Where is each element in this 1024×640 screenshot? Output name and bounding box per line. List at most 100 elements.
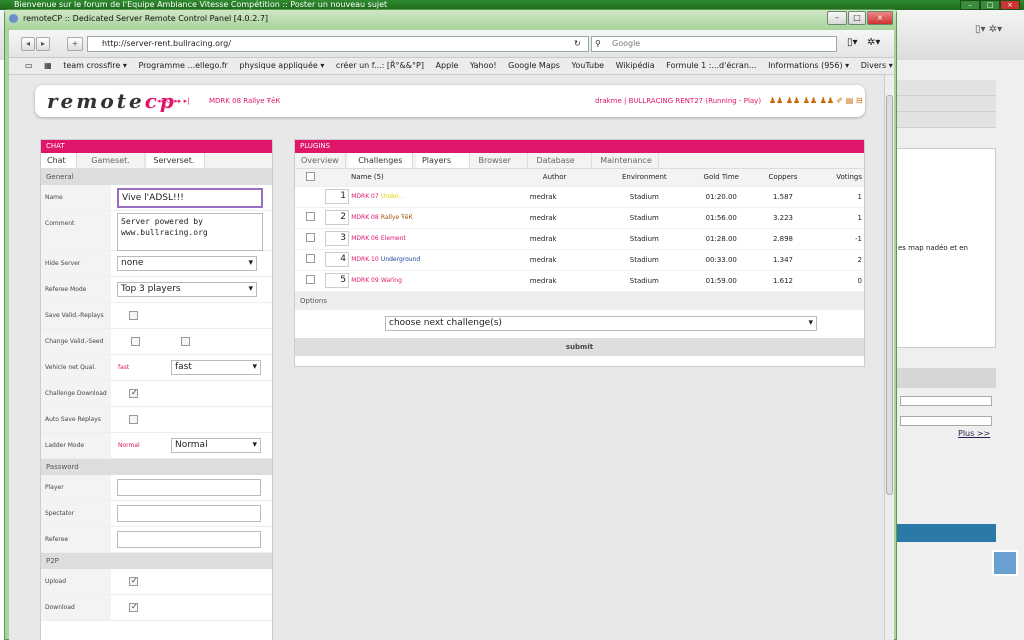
page-scrollbar[interactable] (884, 75, 894, 640)
label-auto-save: Auto Save Replays (45, 416, 101, 423)
navigation-bar: ◂ ▸ + http://server-rent.bullracing.org/… (9, 30, 894, 58)
tab-browser[interactable]: Browser (473, 153, 528, 168)
url-input[interactable]: http://server-rent.bullracing.org/ (87, 36, 589, 52)
minimize-button[interactable]: – (827, 11, 847, 25)
tab-players[interactable]: Players (415, 153, 470, 168)
table-row[interactable]: 4 MDRK 10 Underground medrak Stadium 00:3… (295, 249, 864, 271)
background-page-content: es map nadéo et en Plus >> (895, 60, 1024, 640)
table-row[interactable]: 2 MDRK 08 Rallye ŦēЌ medrak Stadium 01:56… (295, 207, 864, 229)
options-label: Options (295, 291, 864, 310)
bg-side-text: es map nadéo et en (898, 244, 968, 252)
table-row[interactable]: 5 MDRK 09 Waŕing medrak Stadium 01:59.00 1… (295, 270, 864, 292)
table-row[interactable]: 1 MDRK 07 Under... medrak Stadium 01:20.0… (295, 186, 864, 208)
table-row[interactable]: 3 MDRK 06 Element medrak Stadium 01:28.00… (295, 228, 864, 250)
reader-icon[interactable]: ▭ (25, 58, 33, 74)
scroll-down-icon[interactable] (992, 550, 1018, 576)
bg-minimize-button[interactable]: – (960, 0, 980, 10)
change-seed-checkbox-a[interactable] (131, 337, 140, 346)
label-download: Download (45, 604, 75, 611)
search-icon: ⚲ (595, 39, 601, 48)
plugins-panel: PLUGINS Overview Challenges Players Brow… (294, 139, 865, 367)
bookmark-item[interactable]: physique appliquée ▾ (239, 58, 324, 74)
bookmark-item[interactable]: Informations (956) ▾ (768, 58, 849, 74)
label-comment: Comment (45, 220, 75, 227)
chat-panel: CHAT Chat Gameset. Serverset. General Na… (40, 139, 273, 640)
row-checkbox[interactable] (305, 233, 315, 242)
challenge-download-checkbox[interactable] (129, 388, 138, 398)
vehicle-net-select[interactable]: fast (171, 360, 261, 375)
referee-password-input[interactable] (117, 531, 261, 548)
server-control-icons[interactable]: ◂◂ ⟳ ▸▸ ▸| (157, 97, 189, 105)
search-input[interactable]: Google (591, 36, 837, 52)
col-environment[interactable]: Environment (601, 169, 688, 187)
tab-database[interactable]: Database (531, 153, 592, 168)
bg-plus-link[interactable]: Plus >> (958, 429, 990, 438)
row-checkbox[interactable] (305, 254, 315, 263)
bg-close-button[interactable]: × (1000, 0, 1020, 10)
close-button[interactable]: × (867, 11, 893, 25)
tab-overview[interactable]: Overview (295, 153, 346, 168)
page-content: remotecp ◂◂ ⟳ ▸▸ ▸| MDRK 08 Rallye ŦēЌ d… (9, 75, 884, 640)
chat-panel-title: CHAT (41, 140, 272, 153)
remotecp-window: remoteCP :: Dedicated Server Remote Cont… (4, 9, 897, 640)
select-all-checkbox[interactable] (305, 171, 315, 181)
col-author[interactable]: Author (507, 169, 602, 187)
submit-button[interactable]: submit (295, 337, 864, 356)
auto-save-checkbox[interactable] (129, 415, 138, 424)
tools-gear-icon[interactable]: ✲▾ (867, 37, 880, 48)
change-seed-checkbox-b[interactable] (181, 337, 190, 346)
bookmark-item[interactable]: team crossfire ▾ (63, 58, 127, 74)
label-challenge-download: Challenge Download (45, 390, 107, 397)
vehicle-current-value: fast (118, 364, 130, 371)
col-name[interactable]: Name (5) (325, 169, 508, 187)
forward-icon[interactable]: ▸ (36, 37, 50, 51)
bookmark-item[interactable]: Divers ▾ (861, 58, 893, 74)
upload-checkbox[interactable] (129, 576, 138, 586)
tab-maintenance[interactable]: Maintenance (594, 153, 659, 168)
tab-gameset[interactable]: Gameset. (79, 153, 145, 168)
scrollbar-thumb[interactable] (886, 95, 893, 495)
col-gold-time[interactable]: Gold Time (687, 169, 756, 187)
next-challenge-select[interactable]: choose next challenge(s) (385, 315, 817, 331)
server-name-input[interactable]: Vive l'ADSL!!! (117, 188, 263, 208)
tab-chat[interactable]: Chat (41, 153, 77, 168)
label-change-seed: Change Valid.-Seed (45, 338, 104, 345)
row-checkbox[interactable] (305, 212, 315, 221)
label-save-replays: Save Valid.-Replays (45, 312, 104, 319)
back-icon[interactable]: ◂ (21, 37, 35, 51)
bookmark-item[interactable]: Wikipédia (616, 58, 655, 74)
hide-server-select[interactable]: none (117, 256, 257, 271)
bookmark-item[interactable]: Yahoo! (470, 58, 497, 74)
bookmark-item[interactable]: créer un f...: [Ř°&&°P] (336, 58, 424, 74)
comment-textarea[interactable]: Server powered by www.bullracing.org (117, 213, 263, 251)
bookmark-item[interactable]: Google Maps (508, 58, 560, 74)
col-votings[interactable]: Votings (810, 169, 864, 187)
tab-serverset[interactable]: Serverset. (147, 153, 206, 168)
label-upload: Upload (45, 578, 67, 585)
current-challenge: MDRK 08 Rallye ŦēЌ (209, 97, 281, 105)
browser-icon (9, 14, 18, 23)
referee-mode-select[interactable]: Top 3 players (117, 282, 257, 297)
save-replays-checkbox[interactable] (129, 311, 138, 320)
ladder-mode-select[interactable]: Normal (171, 438, 261, 453)
ladder-current-value: Normal (118, 442, 140, 449)
bg-maximize-button[interactable]: □ (980, 0, 1000, 10)
grid-icon[interactable]: ▦ (44, 58, 52, 74)
bookmark-item[interactable]: Formule 1 :...d'écran... (666, 58, 756, 74)
tab-challenges[interactable]: Challenges (348, 153, 414, 168)
new-tab-icon[interactable]: + (67, 37, 83, 51)
player-password-input[interactable] (117, 479, 261, 496)
challenges-table: Name (5) Author Environment Gold Time Co… (295, 169, 864, 292)
player-icons[interactable]: ♟♟ ♟♟ ♟♟ ♟♟ ✐ ▤ ⊟ (769, 96, 863, 105)
bg-page-icon[interactable]: ▯▾ ✲▾ (975, 24, 1002, 35)
bookmark-item[interactable]: YouTube (572, 58, 605, 74)
maximize-button[interactable]: □ (848, 11, 866, 25)
bookmark-item[interactable]: Apple (436, 58, 459, 74)
row-checkbox[interactable] (305, 275, 315, 284)
page-menu-icon[interactable]: ▯▾ (847, 37, 858, 48)
reload-icon[interactable]: ↻ (574, 39, 581, 48)
download-checkbox[interactable] (129, 602, 138, 612)
spectator-password-input[interactable] (117, 505, 261, 522)
col-coppers[interactable]: Coppers (755, 169, 811, 187)
bookmark-item[interactable]: Programme ...ellego.fr (138, 58, 227, 74)
